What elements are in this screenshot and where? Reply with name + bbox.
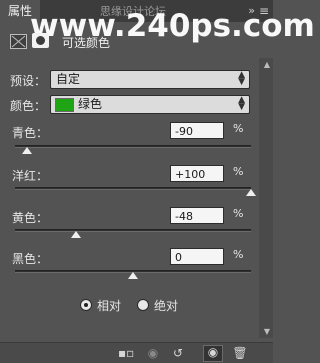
view-previous-icon[interactable]: ◉ — [145, 347, 161, 359]
absolute-radio[interactable] — [137, 299, 149, 311]
delete-icon[interactable]: 🗑 — [232, 347, 248, 359]
panel-footer: ▪▫ ◉ ↺ ◉ 🗑 — [0, 342, 273, 363]
preset-dropdown[interactable]: 自定 ▲ ▼ — [50, 70, 250, 89]
black-label: 黑色： — [12, 252, 49, 266]
mask-icon[interactable] — [32, 33, 49, 48]
preset-value: 自定 — [56, 72, 81, 86]
yellow-input[interactable]: -48 — [170, 207, 224, 224]
properties-panel: 属性 思缘设计论坛 » ≡ www.240ps.com 可选颜色 预设： 自定 … — [0, 0, 315, 363]
colors-label: 颜色： — [10, 99, 47, 113]
scroll-down-icon[interactable]: ▼ — [264, 327, 270, 336]
color-swatch — [55, 98, 74, 112]
magenta-label: 洋红： — [12, 169, 49, 183]
cyan-slider-thumb[interactable] — [21, 147, 32, 154]
yellow-label: 黄色： — [12, 211, 49, 225]
clip-layer-icon[interactable]: ▪▫ — [118, 347, 134, 359]
black-input[interactable]: 0 — [170, 248, 224, 265]
magenta-slider-thumb[interactable] — [246, 189, 256, 196]
yellow-slider-thumb[interactable] — [71, 231, 82, 238]
visibility-icon[interactable]: ◉ — [203, 345, 223, 362]
cyan-slider-track[interactable] — [15, 145, 251, 148]
magenta-slider-track[interactable] — [15, 187, 251, 190]
yellow-unit: % — [233, 207, 244, 220]
adjustment-title: 可选颜色 — [62, 36, 111, 50]
dropdown-arrows-icon: ▲ ▼ — [238, 70, 245, 87]
cyan-unit: % — [233, 122, 244, 135]
relative-label: 相对 — [97, 299, 122, 313]
magenta-input[interactable]: +100 — [170, 165, 224, 182]
cyan-label: 青色： — [12, 126, 49, 140]
dropdown-arrows-icon: ▲ ▼ — [238, 95, 245, 112]
colors-value: 绿色 — [78, 97, 103, 111]
colors-dropdown[interactable]: 绿色 ▲ ▼ — [50, 95, 250, 114]
reset-icon[interactable]: ↺ — [170, 347, 186, 359]
scroll-up-icon[interactable]: ▲ — [264, 60, 270, 69]
magenta-unit: % — [233, 165, 244, 178]
yellow-slider-track[interactable] — [15, 229, 251, 232]
cyan-input[interactable]: -90 — [170, 122, 224, 139]
black-slider-thumb[interactable] — [128, 272, 138, 279]
black-unit: % — [233, 248, 244, 261]
absolute-label: 绝对 — [154, 299, 179, 313]
relative-radio[interactable] — [80, 299, 92, 311]
scrollbar[interactable]: ▲ ▼ — [259, 58, 273, 338]
adjustment-icon[interactable] — [10, 34, 27, 49]
preset-label: 预设： — [10, 74, 47, 88]
